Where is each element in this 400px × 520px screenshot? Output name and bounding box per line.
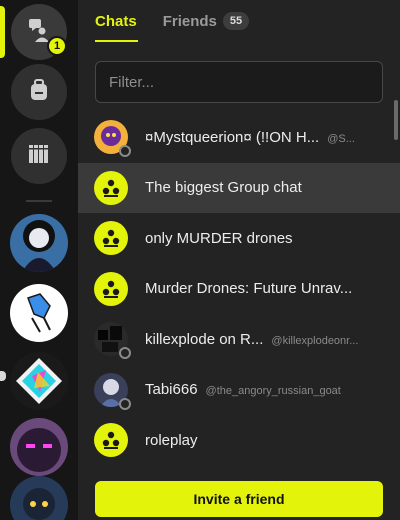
server-avatar[interactable]: [10, 214, 68, 272]
left-rail: 1: [0, 0, 78, 520]
chat-row[interactable]: Tabi666 @the_angory_russian_goat: [78, 365, 400, 416]
chat-list: ¤Mystqueerion¤ (!!ON H... @S... The bigg…: [78, 112, 400, 466]
rail-divider: [26, 200, 52, 202]
avatar: [94, 423, 128, 458]
backpack-icon: [27, 78, 51, 107]
chat-row[interactable]: The biggest Group chat: [78, 162, 400, 213]
chat-panel: Chats Friends 55 ¤Mystqueerion¤ (!!ON H.…: [78, 0, 400, 520]
scrollbar[interactable]: [394, 100, 398, 140]
chat-name: only MURDER drones: [145, 229, 293, 247]
chat-name: roleplay: [145, 431, 198, 449]
chat-name: Murder Drones: Future Unrav...: [145, 280, 353, 298]
chat-handle: @killexplodeonr...: [271, 334, 359, 347]
chat-row[interactable]: only MURDER drones: [78, 213, 400, 264]
chat-name: Tabi666: [145, 381, 198, 399]
server-avatar[interactable]: [10, 418, 68, 476]
chat-row[interactable]: killexplode on R... @killexplodeonr...: [78, 314, 400, 365]
invite-friend-button[interactable]: Invite a friend: [95, 481, 383, 517]
group-icon: [94, 423, 128, 458]
offline-status-icon: [119, 145, 131, 158]
group-icon: [94, 221, 128, 256]
server-avatar[interactable]: [10, 352, 68, 410]
server-avatar[interactable]: [10, 284, 68, 342]
library-nav-button[interactable]: [11, 128, 67, 184]
chat-handle: @the_angory_russian_goat: [205, 385, 341, 398]
active-indicator: [0, 6, 5, 58]
avatar: [94, 120, 131, 158]
tab-bar: Chats Friends 55: [95, 12, 250, 30]
library-icon: [27, 142, 51, 171]
avatar: [94, 221, 128, 256]
backpack-nav-button[interactable]: [11, 64, 67, 120]
avatar: [94, 322, 131, 360]
avatar: [94, 271, 128, 306]
chat-row[interactable]: roleplay: [78, 415, 400, 466]
tab-friends[interactable]: Friends: [163, 13, 217, 30]
tab-chats[interactable]: Chats: [95, 13, 137, 30]
group-icon: [94, 271, 128, 306]
active-tab-underline: [95, 40, 138, 42]
offline-status-icon: [119, 347, 131, 360]
avatar: [94, 372, 131, 410]
chat-row[interactable]: ¤Mystqueerion¤ (!!ON H... @S...: [78, 112, 400, 163]
chat-name: killexplode on R...: [145, 330, 264, 348]
chat-handle: @S...: [327, 132, 355, 145]
group-icon: [94, 170, 128, 205]
unread-indicator: [0, 371, 6, 381]
chat-name: The biggest Group chat: [145, 179, 302, 197]
filter-input[interactable]: [95, 61, 383, 103]
friends-count-badge: 55: [222, 12, 250, 30]
chat-row[interactable]: Murder Drones: Future Unrav...: [78, 264, 400, 315]
avatar: [94, 170, 128, 205]
notification-badge: 1: [47, 36, 67, 56]
server-avatar[interactable]: [10, 476, 68, 520]
chat-name: ¤Mystqueerion¤ (!!ON H...: [145, 128, 320, 146]
offline-status-icon: [119, 397, 131, 410]
